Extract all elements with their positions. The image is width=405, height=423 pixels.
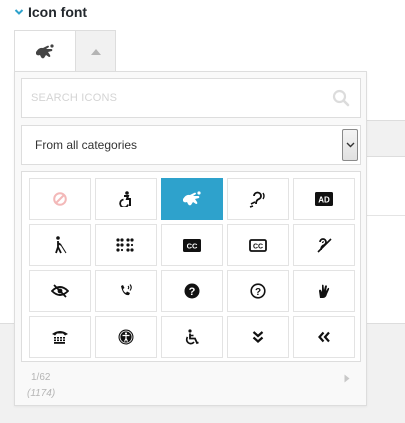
icon-cell-tty[interactable] bbox=[29, 316, 91, 358]
svg-text:?: ? bbox=[255, 287, 261, 298]
icon-cell-sign-language-hand[interactable] bbox=[293, 270, 355, 312]
assistive-listening-icon bbox=[249, 191, 265, 208]
toggle-picker-button[interactable] bbox=[75, 30, 116, 72]
volume-control-phone-icon bbox=[121, 284, 132, 296]
question-circle-outline-icon: ? bbox=[250, 283, 266, 299]
svg-text:AD: AD bbox=[318, 196, 330, 205]
section-header[interactable]: Icon font bbox=[14, 4, 87, 20]
icon-cell-wheelchair[interactable] bbox=[161, 316, 223, 358]
wheelchair-icon bbox=[185, 329, 199, 345]
svg-text:?: ? bbox=[189, 286, 196, 298]
svg-text:CC: CC bbox=[253, 243, 263, 250]
icon-cell-audio-description[interactable]: AD bbox=[293, 178, 355, 220]
icon-cell-blind[interactable] bbox=[29, 224, 91, 266]
search-box bbox=[21, 78, 361, 118]
question-circle-icon: ? bbox=[184, 283, 200, 299]
angle-double-down-icon bbox=[252, 331, 264, 343]
icon-cell-braille[interactable] bbox=[95, 224, 157, 266]
closed-captioning-icon: CC bbox=[183, 238, 201, 252]
low-vision-icon bbox=[51, 284, 69, 298]
icon-cell-angle-double-down[interactable] bbox=[227, 316, 289, 358]
accessible-person-icon bbox=[119, 191, 131, 207]
icon-cell-question-circle-outline[interactable]: ? bbox=[227, 270, 289, 312]
ban-icon bbox=[53, 192, 67, 206]
icon-cell-deaf[interactable] bbox=[293, 224, 355, 266]
angle-double-left-icon bbox=[318, 331, 330, 343]
universal-access-icon bbox=[118, 329, 134, 345]
chevron-down-icon[interactable] bbox=[342, 129, 358, 161]
category-select-value: From all categories bbox=[35, 138, 138, 152]
svg-text:CC: CC bbox=[187, 241, 198, 250]
deaf-icon bbox=[317, 238, 332, 253]
icon-cell-angle-double-left[interactable] bbox=[293, 316, 355, 358]
page-indicator: 1/62 bbox=[31, 372, 51, 383]
icon-cell-universal-access[interactable] bbox=[95, 316, 157, 358]
selected-icon-preview[interactable] bbox=[14, 30, 76, 72]
icon-cell-low-vision[interactable] bbox=[29, 270, 91, 312]
braille-icon bbox=[116, 238, 134, 252]
blind-icon bbox=[55, 236, 67, 254]
icon-cell-ban[interactable] bbox=[29, 178, 91, 220]
customizer-panel: Icon font From all categories bbox=[0, 0, 405, 423]
next-page-arrow-icon[interactable] bbox=[342, 372, 352, 384]
tty-icon bbox=[52, 331, 68, 344]
icon-cell-closed-captioning-outline[interactable]: CC bbox=[227, 224, 289, 266]
icon-selector bbox=[14, 30, 116, 72]
search-input[interactable] bbox=[22, 79, 360, 117]
icon-grid: AD CC CC ? ? bbox=[29, 178, 355, 358]
sign-language-icon bbox=[36, 43, 54, 58]
icon-cell-sign-language[interactable] bbox=[161, 178, 223, 220]
chevron-down-icon bbox=[14, 7, 24, 17]
icon-cell-volume-control-phone[interactable] bbox=[95, 270, 157, 312]
search-icon[interactable] bbox=[332, 89, 350, 107]
icon-picker-popup: From all categories bbox=[14, 71, 367, 406]
caret-up-icon bbox=[90, 48, 101, 55]
sign-language-icon bbox=[183, 191, 201, 206]
icon-grid-container: AD CC CC ? ? bbox=[21, 171, 361, 362]
icon-cell-closed-captioning[interactable]: CC bbox=[161, 224, 223, 266]
closed-captioning-outline-icon: CC bbox=[249, 238, 267, 252]
audio-description-icon: AD bbox=[315, 192, 333, 206]
icon-total-count: (1174) bbox=[27, 388, 56, 399]
background-field bbox=[365, 120, 405, 157]
icon-cell-question-circle[interactable]: ? bbox=[161, 270, 223, 312]
sign-language-hand-icon bbox=[319, 284, 330, 298]
background-divider bbox=[365, 215, 405, 216]
section-title: Icon font bbox=[28, 4, 88, 20]
icon-cell-assistive-listening[interactable] bbox=[227, 178, 289, 220]
category-select[interactable]: From all categories bbox=[21, 125, 361, 165]
icon-cell-accessible-person[interactable] bbox=[95, 178, 157, 220]
